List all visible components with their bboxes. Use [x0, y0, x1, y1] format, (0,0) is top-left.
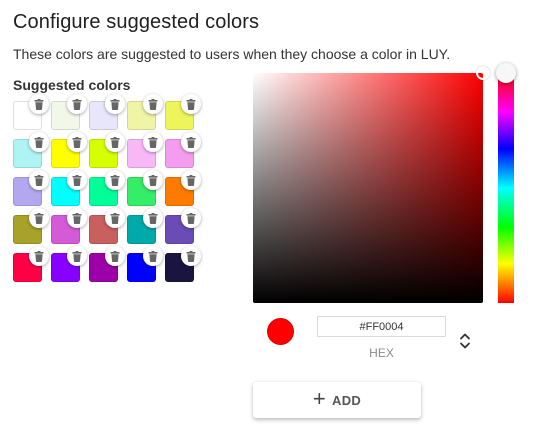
trash-icon	[148, 98, 158, 110]
delete-swatch-button[interactable]	[67, 208, 87, 228]
hex-label: HEX	[369, 346, 394, 360]
add-button[interactable]: + ADD	[253, 382, 421, 418]
trash-icon	[110, 174, 120, 186]
trash-icon	[186, 136, 196, 148]
trash-icon	[110, 250, 120, 262]
color-swatch[interactable]	[165, 94, 201, 130]
hex-input[interactable]	[317, 316, 446, 337]
suggested-colors-grid	[13, 94, 203, 291]
delete-swatch-button[interactable]	[67, 246, 87, 266]
color-swatch[interactable]	[127, 132, 163, 168]
add-button-label: ADD	[332, 392, 362, 408]
delete-swatch-button[interactable]	[105, 170, 125, 190]
delete-swatch-button[interactable]	[181, 94, 201, 114]
color-swatch[interactable]	[51, 94, 87, 130]
trash-icon	[186, 174, 196, 186]
color-swatch[interactable]	[127, 94, 163, 130]
color-swatch[interactable]	[51, 208, 87, 244]
delete-swatch-button[interactable]	[105, 132, 125, 152]
trash-icon	[148, 136, 158, 148]
delete-swatch-button[interactable]	[181, 208, 201, 228]
color-swatch[interactable]	[13, 246, 49, 282]
trash-icon	[148, 212, 158, 224]
color-swatch[interactable]	[51, 132, 87, 168]
color-swatch[interactable]	[127, 246, 163, 282]
delete-swatch-button[interactable]	[143, 94, 163, 114]
trash-icon	[72, 98, 82, 110]
delete-swatch-button[interactable]	[143, 170, 163, 190]
trash-icon	[186, 250, 196, 262]
saturation-handle[interactable]	[476, 66, 490, 80]
color-swatch[interactable]	[165, 170, 201, 206]
delete-swatch-button[interactable]	[29, 170, 49, 190]
plus-icon: +	[312, 386, 327, 411]
delete-swatch-button[interactable]	[143, 246, 163, 266]
delete-swatch-button[interactable]	[105, 246, 125, 266]
delete-swatch-button[interactable]	[143, 208, 163, 228]
delete-swatch-button[interactable]	[67, 170, 87, 190]
delete-swatch-button[interactable]	[105, 94, 125, 114]
suggested-colors-label: Suggested colors	[13, 77, 131, 93]
color-swatch[interactable]	[89, 132, 125, 168]
hue-slider-handle[interactable]	[496, 63, 516, 83]
delete-swatch-button[interactable]	[143, 132, 163, 152]
delete-swatch-button[interactable]	[29, 246, 49, 266]
color-swatch[interactable]	[165, 208, 201, 244]
color-swatch[interactable]	[51, 246, 87, 282]
trash-icon	[72, 250, 82, 262]
page-title: Configure suggested colors	[13, 11, 260, 33]
delete-swatch-button[interactable]	[67, 94, 87, 114]
color-swatch[interactable]	[13, 170, 49, 206]
trash-icon	[110, 212, 120, 224]
trash-icon	[148, 250, 158, 262]
hue-slider[interactable]	[496, 63, 516, 303]
color-swatch[interactable]	[127, 208, 163, 244]
trash-icon	[72, 136, 82, 148]
trash-icon	[34, 98, 44, 110]
color-swatch[interactable]	[127, 170, 163, 206]
delete-swatch-button[interactable]	[29, 132, 49, 152]
color-swatch[interactable]	[89, 170, 125, 206]
delete-swatch-button[interactable]	[105, 208, 125, 228]
color-swatch[interactable]	[13, 132, 49, 168]
trash-icon	[34, 250, 44, 262]
trash-icon	[72, 212, 82, 224]
trash-icon	[148, 174, 158, 186]
color-swatch[interactable]	[89, 94, 125, 130]
color-swatch[interactable]	[165, 246, 201, 282]
color-swatch[interactable]	[89, 208, 125, 244]
delete-swatch-button[interactable]	[29, 208, 49, 228]
color-swatch[interactable]	[89, 246, 125, 282]
color-swatch[interactable]	[51, 170, 87, 206]
color-swatch[interactable]	[13, 208, 49, 244]
delete-swatch-button[interactable]	[181, 246, 201, 266]
trash-icon	[34, 174, 44, 186]
color-mode-toggle[interactable]	[456, 330, 474, 352]
chevron-up-down-icon	[460, 333, 470, 349]
color-swatch[interactable]	[165, 132, 201, 168]
page-description: These colors are suggested to users when…	[13, 46, 451, 62]
trash-icon	[34, 212, 44, 224]
delete-swatch-button[interactable]	[181, 170, 201, 190]
trash-icon	[72, 174, 82, 186]
delete-swatch-button[interactable]	[29, 94, 49, 114]
color-swatch[interactable]	[13, 94, 49, 130]
color-preview	[267, 318, 294, 345]
trash-icon	[186, 212, 196, 224]
delete-swatch-button[interactable]	[181, 132, 201, 152]
trash-icon	[34, 136, 44, 148]
saturation-value-area[interactable]	[253, 66, 490, 303]
delete-swatch-button[interactable]	[67, 132, 87, 152]
trash-icon	[110, 136, 120, 148]
trash-icon	[186, 98, 196, 110]
trash-icon	[110, 98, 120, 110]
